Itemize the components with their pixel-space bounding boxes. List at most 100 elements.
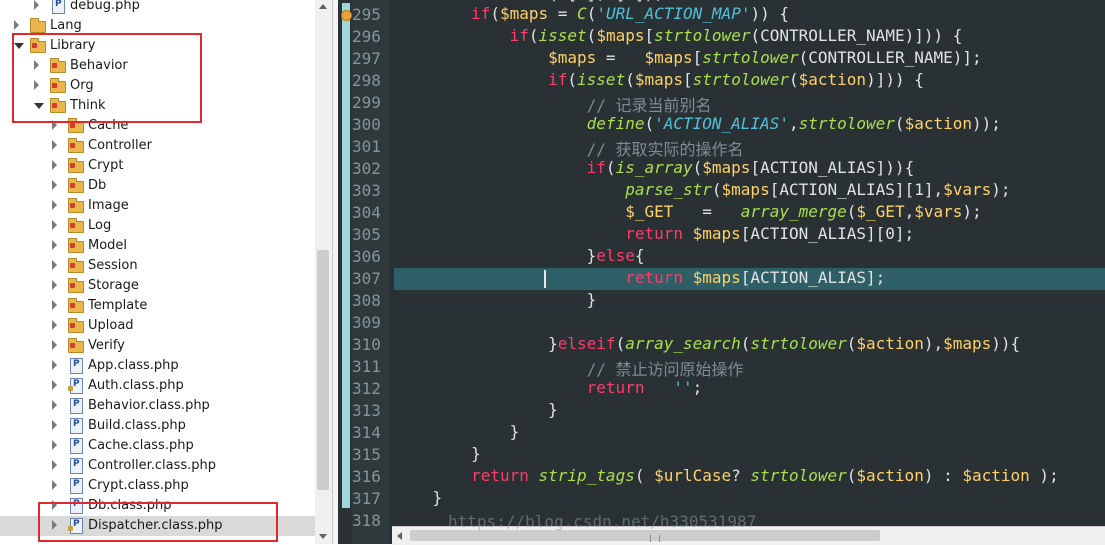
tree-item[interactable]: Session — [0, 256, 315, 276]
code-line[interactable]: // 禁止访问原始操作 — [394, 356, 1105, 379]
tree-item[interactable]: Verify — [0, 336, 315, 356]
line-number: 314 — [352, 423, 381, 442]
tree-item[interactable]: Crypt — [0, 156, 315, 176]
code-line[interactable]: if($maps = C('URL_ACTION_MAP')) { — [394, 4, 1105, 26]
tree-item[interactable]: Model — [0, 236, 315, 256]
tree-item[interactable]: Template — [0, 296, 315, 316]
code-line[interactable]: } — [394, 444, 1105, 466]
collapsed-arrow-icon[interactable] — [52, 280, 57, 290]
code-token: (CONTROLLER_NAME)])) { — [750, 26, 963, 45]
code-line[interactable] — [394, 312, 1105, 334]
tree-vertical-scrollbar[interactable] — [315, 0, 332, 544]
warning-marker-icon[interactable] — [341, 10, 352, 21]
collapsed-arrow-icon[interactable] — [52, 140, 57, 150]
code-token: [ACTION_ALIAS][1], — [769, 180, 944, 199]
collapsed-arrow-icon[interactable] — [14, 20, 19, 30]
tree-item-label: Crypt.class.php — [88, 478, 189, 493]
code-token: $maps — [634, 70, 684, 89]
code-line[interactable]: // 获取实际的操作名 — [394, 136, 1105, 159]
collapsed-arrow-icon[interactable] — [52, 320, 57, 330]
scroll-down-arrow-icon[interactable] — [319, 534, 327, 539]
collapsed-arrow-icon[interactable] — [52, 260, 57, 270]
code-line[interactable]: $_GET = array_merge($_GET,$vars); — [394, 202, 1105, 224]
code-token: is_array — [615, 158, 693, 177]
line-number: 296 — [352, 27, 381, 46]
tree-item[interactable]: Upload — [0, 316, 315, 336]
code-line[interactable]: return $maps[ACTION_ALIAS][0]; — [394, 224, 1105, 246]
code-line[interactable]: } — [394, 400, 1105, 422]
tree-item[interactable]: Image — [0, 196, 315, 216]
tree-item[interactable]: Cache.class.php — [0, 436, 315, 456]
tree-item[interactable]: Behavior.class.php — [0, 396, 315, 416]
tree-item[interactable]: Storage — [0, 276, 315, 296]
line-number: 317 — [352, 489, 381, 508]
code-token: $action — [856, 466, 924, 485]
code-line[interactable]: if(is_array($maps[ACTION_ALIAS])){ — [394, 158, 1105, 180]
tree-item[interactable]: Controller.class.php — [0, 456, 315, 476]
tree-item-label: Behavior.class.php — [88, 398, 210, 413]
collapsed-arrow-icon[interactable] — [52, 300, 57, 310]
tree-item[interactable]: Auth.class.php — [0, 376, 315, 396]
tree-item[interactable]: Controller — [0, 136, 315, 156]
package-folder-icon — [68, 258, 84, 273]
collapsed-arrow-icon[interactable] — [52, 340, 57, 350]
code-area[interactable]: if($maps = C('URL_ACTION_MAP')) { if(iss… — [394, 0, 1105, 544]
scrollbar-thumb[interactable] — [317, 250, 329, 490]
collapsed-arrow-icon[interactable] — [52, 400, 57, 410]
code-line[interactable]: if(isset($maps[strtolower(CONTROLLER_NAM… — [394, 26, 1105, 48]
folder-icon — [30, 18, 46, 33]
collapsed-arrow-icon[interactable] — [52, 180, 57, 190]
line-number: 295 — [352, 5, 381, 24]
collapsed-arrow-icon[interactable] — [52, 220, 57, 230]
code-line[interactable]: $maps = $maps[strtolower(CONTROLLER_NAME… — [394, 48, 1105, 70]
tree-item-label: Auth.class.php — [88, 378, 184, 393]
code-token: $action — [798, 70, 867, 89]
code-token: strtolower — [654, 26, 751, 45]
collapsed-arrow-icon[interactable] — [52, 200, 57, 210]
line-number: 302 — [352, 159, 381, 178]
collapsed-arrow-icon[interactable] — [52, 420, 57, 430]
collapsed-arrow-icon[interactable] — [34, 0, 39, 10]
tree-item[interactable]: debug.php — [0, 0, 315, 16]
collapsed-arrow-icon[interactable] — [52, 480, 57, 490]
code-line[interactable]: }elseif(array_search(strtolower($action)… — [394, 334, 1105, 356]
line-number: 308 — [352, 291, 381, 310]
code-editor[interactable]: 295 296 297 298 299 300 301 302 303 304 305 306 307 3… — [338, 0, 1105, 544]
collapsed-arrow-icon[interactable] — [52, 460, 57, 470]
line-number: 303 — [352, 181, 381, 200]
collapsed-arrow-icon[interactable] — [52, 360, 57, 370]
code-line[interactable]: }else{ — [394, 246, 1105, 268]
scrollbar-thumb[interactable] — [410, 530, 880, 542]
tree-item[interactable]: Crypt.class.php — [0, 476, 315, 496]
collapsed-arrow-icon[interactable] — [52, 380, 57, 390]
code-line[interactable]: } — [394, 422, 1105, 444]
code-line[interactable]: // 记录当前别名 — [394, 92, 1105, 115]
scroll-left-arrow-icon[interactable] — [397, 532, 402, 540]
code-line[interactable]: return strip_tags( $urlCase? strtolower(… — [394, 466, 1105, 488]
tree-item-label: Cache.class.php — [88, 438, 194, 453]
scroll-up-arrow-icon[interactable] — [319, 4, 327, 9]
current-code-line[interactable]: return $maps[ACTION_ALIAS]; — [394, 268, 1105, 290]
code-token: { — [634, 246, 645, 265]
code-line[interactable]: } — [394, 290, 1105, 312]
tree-item[interactable]: App.class.php — [0, 356, 315, 376]
collapsed-arrow-icon[interactable] — [52, 160, 57, 170]
code-token: $maps — [692, 224, 741, 243]
code-token: return — [471, 466, 529, 485]
collapsed-arrow-icon[interactable] — [52, 240, 57, 250]
code-line[interactable]: if(isset($maps[strtolower($action)])) { — [394, 70, 1105, 92]
collapsed-arrow-icon[interactable] — [52, 440, 57, 450]
code-line[interactable]: return ''; — [394, 378, 1105, 400]
code-line[interactable]: define('ACTION_ALIAS',strtolower($action… — [394, 114, 1105, 136]
tree-item[interactable]: Build.class.php — [0, 416, 315, 436]
code-line[interactable]: } — [394, 488, 1105, 510]
tree-item[interactable]: Db — [0, 176, 315, 196]
project-explorer-tree[interactable]: debug.phpLangLibraryBehaviorOrgThinkCach… — [0, 0, 315, 544]
tree-item[interactable]: Log — [0, 216, 315, 236]
code-line[interactable]: parse_str($maps[ACTION_ALIAS][1],$vars); — [394, 180, 1105, 202]
code-token: ( — [634, 466, 655, 485]
line-number: 312 — [352, 379, 381, 398]
